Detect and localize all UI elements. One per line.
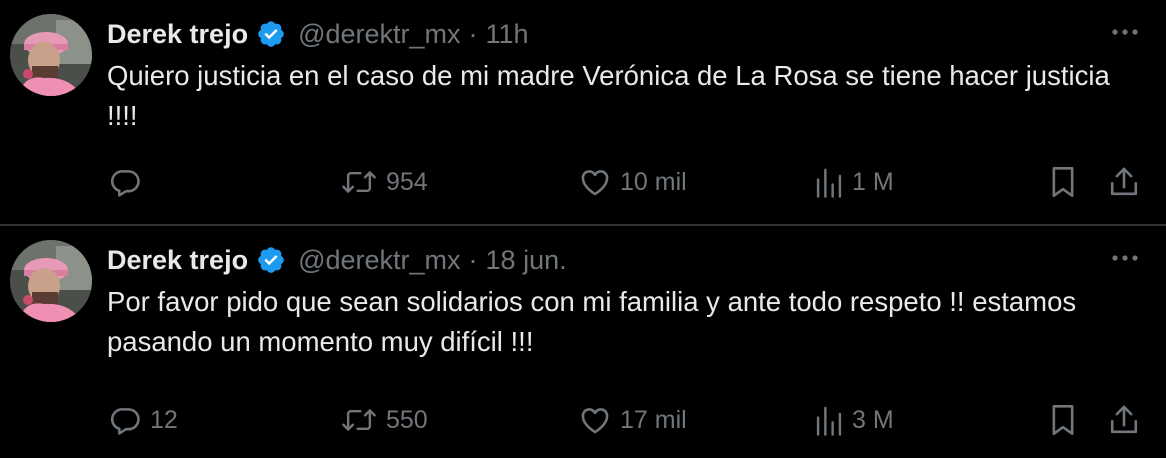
tweet-header: Derek trejo @derektr_mx · 11h bbox=[107, 14, 529, 54]
like-button[interactable]: 10 mil bbox=[578, 162, 687, 202]
views-count: 3 M bbox=[852, 405, 894, 434]
like-count: 17 mil bbox=[620, 405, 687, 434]
share-button[interactable] bbox=[1108, 162, 1140, 202]
views-button[interactable]: 3 M bbox=[814, 400, 894, 440]
tweet[interactable]: Derek trejo @derektr_mx · 18 jun. Por fa… bbox=[0, 226, 1166, 458]
repost-count: 954 bbox=[386, 167, 428, 196]
speech-bubble-icon bbox=[108, 165, 142, 199]
tweet-timestamp[interactable]: 11h bbox=[486, 19, 529, 50]
verified-badge-icon bbox=[256, 245, 286, 275]
views-count: 1 M bbox=[852, 167, 894, 196]
tweet-timestamp[interactable]: 18 jun. bbox=[486, 245, 567, 276]
tweet-actions: 954 10 mil 1 M bbox=[0, 162, 1166, 202]
share-button[interactable] bbox=[1108, 400, 1140, 440]
reply-button[interactable]: 12 bbox=[108, 400, 178, 440]
repost-arrows-icon bbox=[340, 403, 378, 437]
heart-icon bbox=[578, 165, 612, 199]
share-upload-icon bbox=[1108, 165, 1140, 199]
tweet-actions: 12 550 17 mil 3 M bbox=[0, 400, 1166, 440]
tweet-text: Por favor pido que sean solidarios con m… bbox=[107, 286, 1077, 357]
repost-button[interactable]: 954 bbox=[340, 162, 428, 202]
verified-badge-icon bbox=[256, 19, 286, 49]
author-handle[interactable]: @derektr_mx bbox=[298, 245, 460, 276]
more-dots-icon[interactable] bbox=[1110, 248, 1140, 268]
views-button[interactable]: 1 M bbox=[814, 162, 894, 202]
tweet[interactable]: Derek trejo @derektr_mx · 11h Quiero jus… bbox=[0, 0, 1166, 224]
repost-count: 550 bbox=[386, 405, 428, 434]
tweet-header: Derek trejo @derektr_mx · 18 jun. bbox=[107, 240, 567, 280]
heart-icon bbox=[578, 403, 612, 437]
repost-button[interactable]: 550 bbox=[340, 400, 428, 440]
bookmark-button[interactable] bbox=[1048, 162, 1078, 202]
author-name[interactable]: Derek trejo bbox=[107, 19, 248, 50]
like-button[interactable]: 17 mil bbox=[578, 400, 687, 440]
bookmark-button[interactable] bbox=[1048, 400, 1078, 440]
author-name[interactable]: Derek trejo bbox=[107, 245, 248, 276]
reply-button[interactable] bbox=[108, 162, 150, 202]
bar-chart-icon bbox=[814, 403, 844, 437]
separator-dot: · bbox=[468, 244, 478, 275]
more-dots-icon[interactable] bbox=[1110, 22, 1140, 42]
reply-count: 12 bbox=[150, 405, 178, 434]
author-handle[interactable]: @derektr_mx bbox=[298, 19, 460, 50]
bookmark-icon bbox=[1048, 165, 1078, 199]
speech-bubble-icon bbox=[108, 403, 142, 437]
tweet-text: Quiero justicia en el caso de mi madre V… bbox=[107, 60, 1110, 131]
avatar[interactable] bbox=[10, 240, 92, 322]
bar-chart-icon bbox=[814, 165, 844, 199]
avatar[interactable] bbox=[10, 14, 92, 96]
like-count: 10 mil bbox=[620, 167, 687, 196]
bookmark-icon bbox=[1048, 403, 1078, 437]
separator-dot: · bbox=[468, 18, 478, 49]
repost-arrows-icon bbox=[340, 165, 378, 199]
share-upload-icon bbox=[1108, 403, 1140, 437]
